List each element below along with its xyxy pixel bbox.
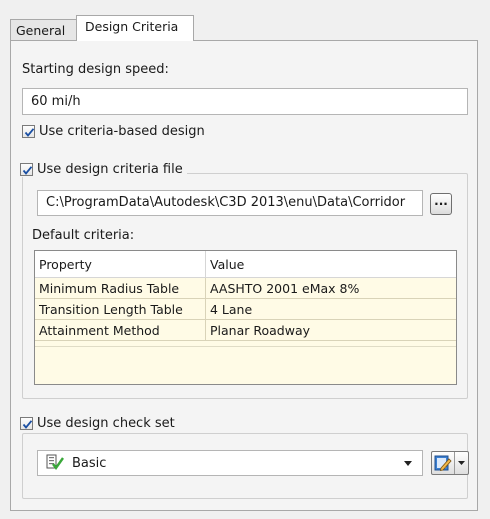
cell-property: Attainment Method xyxy=(35,319,206,341)
default-criteria-grid[interactable]: Property Value Minimum Radius Table AASH… xyxy=(34,250,457,385)
tab-general-label: General xyxy=(16,23,66,38)
check-set-checkbox-row[interactable]: Use design check set xyxy=(20,416,179,431)
cell-value[interactable]: 4 Lane xyxy=(205,298,456,320)
cell-property: Transition Length Table xyxy=(35,298,206,320)
edit-pencil-icon xyxy=(432,452,455,474)
column-header-value[interactable]: Value xyxy=(205,251,456,278)
criteria-based-checkbox[interactable] xyxy=(22,125,35,138)
starting-speed-label: Starting design speed: xyxy=(22,62,169,77)
grid-header-row: Property Value xyxy=(35,251,456,278)
check-set-selected: Basic xyxy=(72,455,107,471)
check-set-label: Use design check set xyxy=(37,416,175,431)
cell-value[interactable]: Planar Roadway xyxy=(205,319,456,341)
cell-value[interactable]: AASHTO 2001 eMax 8% xyxy=(205,277,456,299)
table-row[interactable]: Transition Length Table 4 Lane xyxy=(35,298,456,320)
check-set-dropdown[interactable]: Basic xyxy=(37,450,423,476)
criteria-file-path[interactable]: C:\ProgramData\Autodesk\C3D 2013\enu\Dat… xyxy=(37,190,423,216)
tab-design-criteria-label: Design Criteria xyxy=(85,19,179,34)
criteria-file-label: Use design criteria file xyxy=(37,162,183,177)
grid-empty-area-divider xyxy=(35,346,456,347)
criteria-based-label: Use criteria-based design xyxy=(39,124,205,139)
edit-check-set-button[interactable] xyxy=(431,451,469,475)
criteria-file-checkbox[interactable] xyxy=(20,163,33,176)
chevron-down-icon[interactable] xyxy=(404,460,412,466)
table-row[interactable]: Attainment Method Planar Roadway xyxy=(35,319,456,341)
check-set-icon xyxy=(46,454,64,472)
criteria-table: Property Value Minimum Radius Table AASH… xyxy=(35,251,456,341)
browse-file-button[interactable]: ··· xyxy=(430,193,452,215)
chevron-down-icon[interactable] xyxy=(455,461,468,465)
tab-design-criteria[interactable]: Design Criteria xyxy=(76,15,194,41)
criteria-based-checkbox-row[interactable]: Use criteria-based design xyxy=(22,124,205,139)
check-set-checkbox[interactable] xyxy=(20,417,33,430)
starting-speed-input[interactable]: 60 mi/h xyxy=(22,88,468,115)
ellipsis-icon: ··· xyxy=(434,197,448,211)
tab-general[interactable]: General xyxy=(10,19,77,41)
cell-property: Minimum Radius Table xyxy=(35,277,206,299)
table-row[interactable]: Minimum Radius Table AASHTO 2001 eMax 8% xyxy=(35,277,456,299)
criteria-file-checkbox-row[interactable]: Use design criteria file xyxy=(20,162,187,177)
default-criteria-label: Default criteria: xyxy=(32,228,135,243)
column-header-property[interactable]: Property xyxy=(35,251,206,278)
